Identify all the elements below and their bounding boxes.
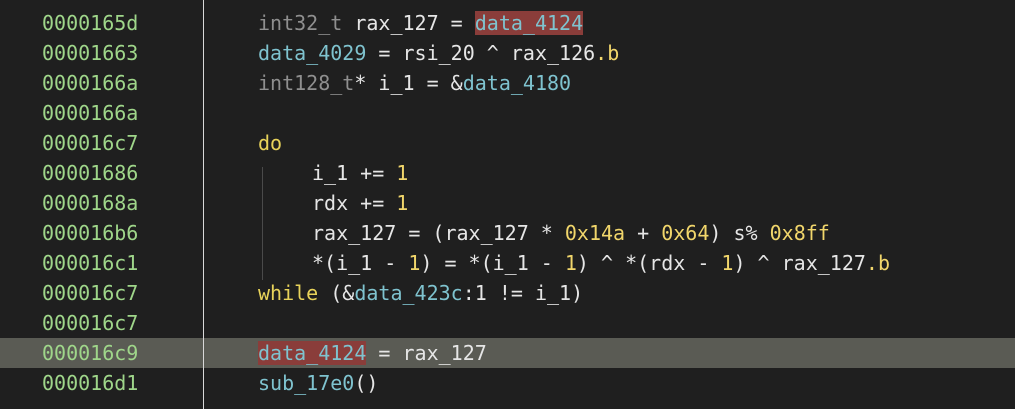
code-line[interactable]: 000016c7 while (&data_423c:1 != i_1) [0, 278, 1015, 308]
code-token[interactable]: 1 [721, 251, 733, 275]
code-line[interactable]: 000016c7 do [0, 128, 1015, 158]
code-text[interactable]: rdx += 1 [312, 188, 408, 218]
code-line[interactable]: 00001686 i_1 += 1 [0, 158, 1015, 188]
code-token[interactable]: * i_1 = & [354, 71, 462, 95]
line-address[interactable]: 0000166a [42, 98, 138, 128]
code-token[interactable]: data_4180 [463, 71, 571, 95]
code-token[interactable]: (& [318, 281, 354, 305]
code-token[interactable]: .b [595, 41, 619, 65]
code-line[interactable]: 0000166a int128_t* i_1 = &data_4180 [0, 68, 1015, 98]
code-token[interactable]: :1 != i_1) [463, 281, 583, 305]
code-line-current[interactable]: 000016c9 data_4124 = rax_127 [0, 338, 1015, 368]
code-token[interactable]: = [366, 41, 402, 65]
line-address[interactable]: 0000166a [42, 68, 138, 98]
code-token[interactable]: rdx += [312, 191, 396, 215]
code-text[interactable]: int32_t rax_127 = data_4124 [258, 8, 584, 38]
code-token[interactable]: data_4029 [258, 41, 366, 65]
code-token[interactable]: = rax_127 [366, 341, 486, 365]
highlighted-token[interactable]: data_4124 [474, 11, 584, 35]
code-token[interactable]: 0x8ff [770, 221, 830, 245]
code-token[interactable]: ) s% [709, 221, 769, 245]
code-token[interactable]: 0x64 [661, 221, 709, 245]
line-address[interactable]: 00001663 [42, 38, 138, 68]
code-text[interactable]: int128_t* i_1 = &data_4180 [258, 68, 571, 98]
code-line[interactable]: 000016b6 rax_127 = (rax_127 * 0x14a + 0x6… [0, 218, 1015, 248]
line-address[interactable]: 000016c7 [42, 128, 138, 158]
line-address[interactable]: 000016c7 [42, 278, 138, 308]
line-address[interactable]: 000016c7 [42, 308, 138, 338]
code-token[interactable]: + [625, 221, 661, 245]
line-address[interactable]: 0000165d [42, 8, 138, 38]
code-text[interactable]: data_4029 = rsi_20 ^ rax_126.b [258, 38, 619, 68]
code-token[interactable]: 0x14a [565, 221, 625, 245]
code-text[interactable]: do [258, 128, 282, 158]
line-address[interactable]: 0000168a [42, 188, 138, 218]
code-text[interactable]: rax_127 = (rax_127 * 0x14a + 0x64) s% 0x… [312, 218, 830, 248]
code-token[interactable]: ) ^ rax_127 [733, 251, 865, 275]
code-token[interactable]: 1 [396, 191, 408, 215]
code-token[interactable]: *(i_1 - [312, 251, 408, 275]
code-token[interactable]: () [354, 371, 378, 395]
code-token[interactable]: ) ^ *(rdx - [577, 251, 722, 275]
code-token[interactable]: 1 [408, 251, 420, 275]
code-token[interactable]: 1 [396, 161, 408, 185]
code-line[interactable]: 0000166a [0, 98, 1015, 128]
code-token[interactable]: while [258, 281, 318, 305]
code-token[interactable]: .b [866, 251, 890, 275]
indent-guide [262, 167, 263, 280]
code-token[interactable]: rax_127 [354, 11, 438, 35]
code-text[interactable]: i_1 += 1 [312, 158, 408, 188]
code-text[interactable]: while (&data_423c:1 != i_1) [258, 278, 583, 308]
code-text[interactable]: *(i_1 - 1) = *(i_1 - 1) ^ *(rdx - 1) ^ r… [312, 248, 890, 278]
code-token[interactable]: int128_t [258, 71, 354, 95]
code-line[interactable]: 000016c7 [0, 308, 1015, 338]
code-token[interactable]: i_1 += [312, 161, 396, 185]
code-token[interactable]: sub_17e0 [258, 371, 354, 395]
code-line[interactable]: 000016c1 *(i_1 - 1) = *(i_1 - 1) ^ *(rdx … [0, 248, 1015, 278]
line-address[interactable]: 000016d1 [42, 368, 138, 398]
line-address[interactable]: 000016c1 [42, 248, 138, 278]
code-token[interactable]: 1 [565, 251, 577, 275]
line-address[interactable]: 000016c9 [42, 338, 138, 368]
code-token[interactable]: = [439, 11, 475, 35]
code-line[interactable]: 0000165d int32_t rax_127 = data_4124 [0, 8, 1015, 38]
code-line[interactable]: 00001663 data_4029 = rsi_20 ^ rax_126.b [0, 38, 1015, 68]
gutter-divider [203, 0, 204, 409]
code-token[interactable]: do [258, 131, 282, 155]
line-address[interactable]: 000016b6 [42, 218, 138, 248]
code-token[interactable]: data_423c [354, 281, 462, 305]
highlighted-token[interactable]: data_4124 [258, 341, 367, 365]
line-address[interactable]: 00001686 [42, 158, 138, 188]
code-token[interactable]: rsi_20 ^ rax_126 [403, 41, 596, 65]
code-line[interactable]: 000016d1 sub_17e0() [0, 368, 1015, 398]
code-line[interactable]: 0000168a rdx += 1 [0, 188, 1015, 218]
code-text[interactable]: data_4124 = rax_127 [258, 338, 487, 368]
decompiler-view[interactable]: 0000165d int32_t rax_127 = data_4124 00001… [0, 0, 1015, 409]
code-text[interactable]: sub_17e0() [258, 368, 378, 398]
code-token[interactable]: int32_t [258, 11, 354, 35]
code-token[interactable]: ) = *(i_1 - [420, 251, 565, 275]
code-token[interactable]: rax_127 = (rax_127 * [312, 221, 565, 245]
